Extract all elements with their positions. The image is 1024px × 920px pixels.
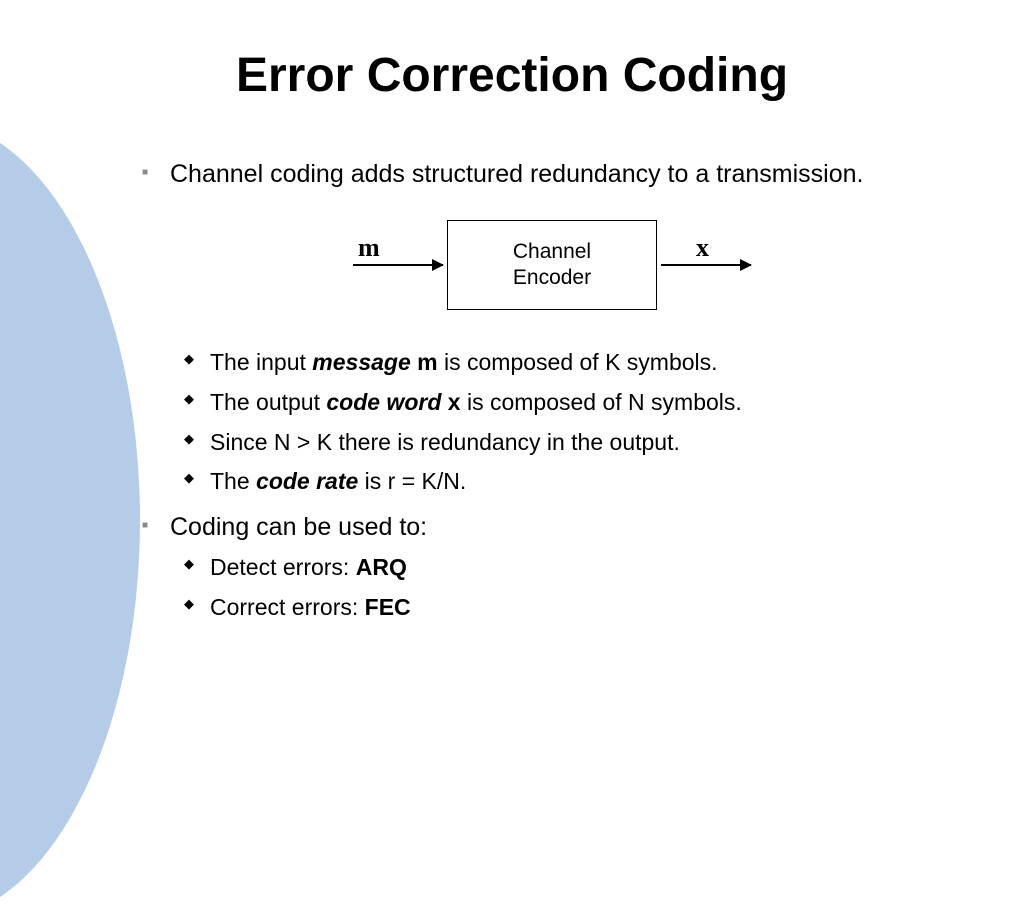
encoder-box: Channel Encoder (447, 220, 657, 310)
bullet-coding-use: Coding can be used to: Detect errors: AR… (170, 511, 964, 623)
t: m (417, 349, 437, 375)
t: The (210, 468, 256, 494)
t: Detect errors: (210, 554, 356, 580)
sub-item-redundancy: Since N > K there is redundancy in the o… (210, 428, 934, 458)
t: code rate (256, 468, 358, 494)
bullet-text: Channel coding adds structured redundanc… (170, 160, 863, 188)
sub-list-1: The input message m is composed of K sym… (170, 348, 934, 498)
sub-item-output-codeword: The output code word x is composed of N … (210, 388, 934, 418)
t: The output (210, 389, 326, 415)
bullet-channel-coding: Channel coding adds structured redundanc… (170, 158, 964, 497)
t: ARQ (356, 554, 407, 580)
output-arrow: x (661, 264, 751, 266)
sub-item-arq: Detect errors: ARQ (210, 553, 934, 583)
t: is r = K/N. (358, 468, 466, 494)
box-line2: Encoder (513, 265, 591, 291)
t: FEC (365, 594, 411, 620)
t: The input (210, 349, 312, 375)
slide-content: Error Correction Coding Channel coding a… (0, 0, 1024, 673)
input-arrow: m (353, 264, 443, 266)
main-list: Channel coding adds structured redundanc… (60, 158, 964, 623)
t: Since N > K there is redundancy in the o… (210, 429, 680, 455)
t: code word (326, 389, 441, 415)
t: is composed of N symbols. (461, 389, 742, 415)
diagram-inner: m Channel Encoder x (353, 220, 751, 310)
sub-item-fec: Correct errors: FEC (210, 593, 934, 623)
output-label: x (696, 230, 709, 265)
sub-list-2: Detect errors: ARQ Correct errors: FEC (170, 553, 934, 623)
sub-item-code-rate: The code rate is r = K/N. (210, 467, 934, 497)
t: x (448, 389, 461, 415)
sub-item-input-message: The input message m is composed of K sym… (210, 348, 934, 378)
bullet-text: Coding can be used to: (170, 513, 427, 541)
slide-title: Error Correction Coding (60, 48, 964, 103)
box-line1: Channel (513, 239, 591, 265)
t: is composed of K symbols. (438, 349, 718, 375)
input-label: m (358, 230, 380, 265)
t: message (312, 349, 410, 375)
encoder-diagram: m Channel Encoder x (170, 210, 934, 320)
t: Correct errors: (210, 594, 365, 620)
